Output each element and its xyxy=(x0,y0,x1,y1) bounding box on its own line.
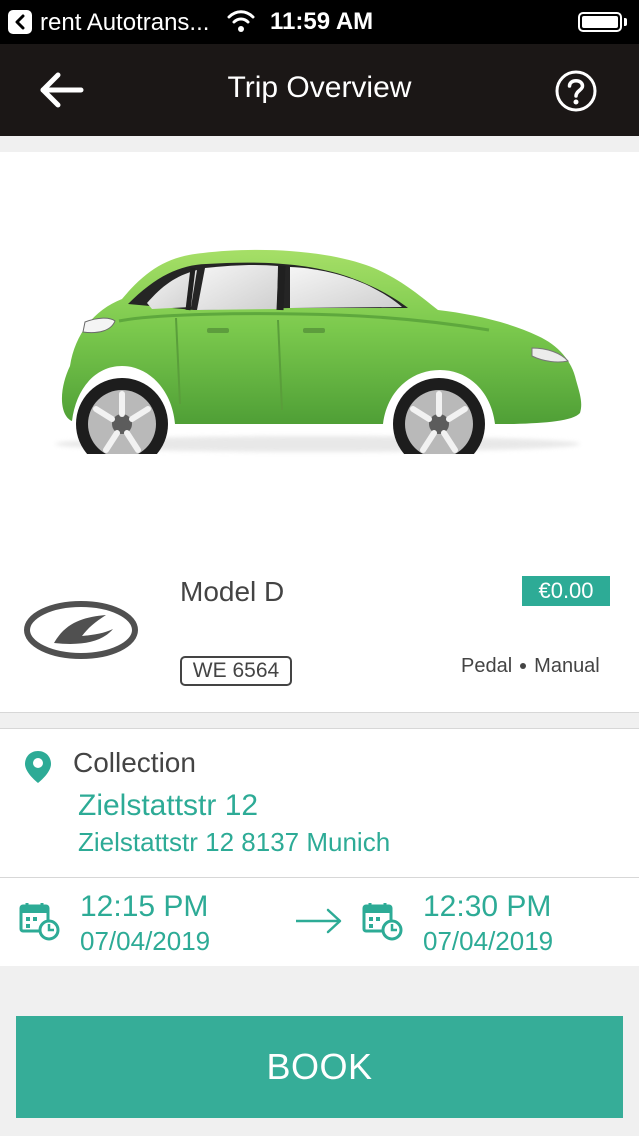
start-time[interactable]: 12:15 PM xyxy=(80,890,208,924)
separator-dot-icon xyxy=(520,663,527,669)
vehicle-features: Pedal Manual xyxy=(461,655,600,678)
hyundai-logo xyxy=(24,601,138,659)
arrow-right-icon xyxy=(296,908,342,934)
status-app-name: rent Autotrans... xyxy=(40,9,210,36)
start-date[interactable]: 07/04/2019 xyxy=(80,926,210,957)
location-pin-icon xyxy=(25,751,51,783)
vehicle-card[interactable]: Model D WE 6564 €0.00 Pedal Manual xyxy=(0,152,639,712)
car-image xyxy=(61,249,582,454)
battery-icon xyxy=(578,12,622,32)
trip-details-card: Collection Zielstattstr 12 Zielstattstr … xyxy=(0,728,639,966)
end-time[interactable]: 12:30 PM xyxy=(423,890,551,924)
status-time: 11:59 AM xyxy=(270,8,374,35)
collection-label: Collection xyxy=(73,747,196,778)
status-bar: rent Autotrans... 11:59 AM xyxy=(0,0,639,44)
chevron-left-icon xyxy=(15,14,25,30)
help-icon[interactable] xyxy=(554,69,598,113)
price-badge: €0.00 xyxy=(522,576,610,606)
end-date[interactable]: 07/04/2019 xyxy=(423,926,553,957)
collection-address[interactable]: Zielstattstr 12 8137 Munich xyxy=(78,827,390,858)
wifi-icon xyxy=(227,10,255,32)
calendar-clock-icon xyxy=(19,903,60,941)
license-plate: WE 6564 xyxy=(180,656,292,686)
feature-manual: Manual xyxy=(534,655,600,677)
back-to-app-icon[interactable] xyxy=(8,10,32,34)
feature-pedal: Pedal xyxy=(461,655,513,677)
vehicle-model: Model D xyxy=(180,576,285,607)
page-title: Trip Overview xyxy=(227,71,412,104)
calendar-clock-icon xyxy=(362,903,403,941)
collection-name[interactable]: Zielstattstr 12 xyxy=(78,789,258,823)
book-button[interactable]: BOOK xyxy=(16,1016,623,1118)
details-divider xyxy=(0,877,639,878)
navigation-bar: Trip Overview xyxy=(0,44,639,136)
battery-terminal xyxy=(624,18,627,26)
section-divider xyxy=(0,712,639,729)
